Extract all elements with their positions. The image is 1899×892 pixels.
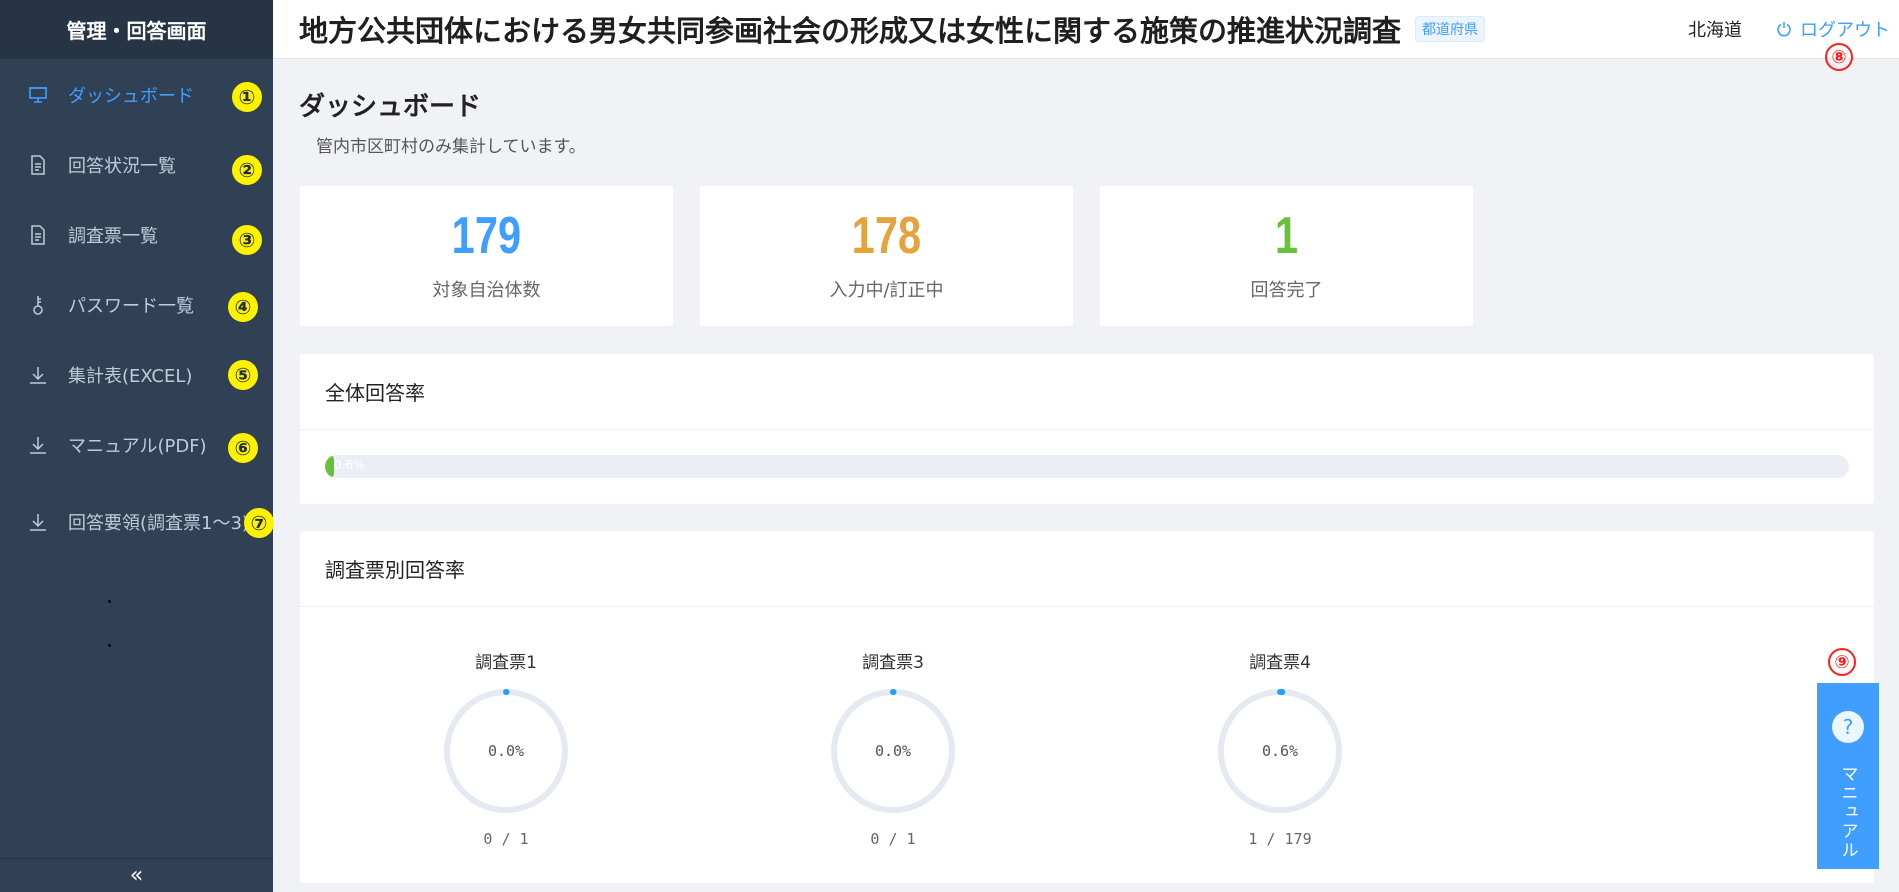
document-icon: [26, 223, 50, 247]
overall-progress-bar: [325, 455, 1849, 478]
top-header: 地方公共団体における男女共同参画社会の形成又は女性に関する施策の推進状況調査 都…: [273, 0, 1899, 59]
gauge-count: 0 / 1: [870, 830, 916, 848]
stat-card-target: 179 対象自治体数: [300, 186, 673, 326]
gauge-percent: 0.0%: [875, 742, 911, 760]
sidebar-item-label: マニュアル(PDF): [68, 436, 207, 457]
gauge-ring: 0.0%: [831, 689, 955, 813]
gauge-label: 調査票4: [1249, 653, 1311, 673]
sidebar-item-label: 回答要領(調査票1～3): [68, 513, 249, 534]
sidebar: 管理・回答画面 ダッシュボード 回答状況一覧 調査票一覧 パスワード一覧 集計表…: [0, 0, 274, 892]
annotation-badge: ⑧: [1825, 43, 1853, 71]
level-tag: 都道府県: [1415, 16, 1486, 42]
gauge-ring: 0.0%: [444, 689, 568, 813]
power-icon: [1777, 22, 1791, 37]
gauge-percent: 0.6%: [1262, 742, 1298, 760]
decorative-dot: [108, 644, 111, 647]
panel-title: 調査票別回答率: [300, 531, 1874, 607]
sidebar-title: 管理・回答画面: [0, 0, 273, 59]
gauge-ring: 0.6%: [1218, 689, 1342, 813]
sidebar-item-label: パスワード一覧: [68, 296, 194, 317]
download-icon: [26, 363, 50, 387]
gauge-count: 1 / 179: [1248, 830, 1312, 848]
download-icon: [26, 510, 50, 534]
annotation-badge: ⑥: [228, 433, 258, 463]
stat-label: 対象自治体数: [432, 280, 541, 301]
key-icon: [26, 293, 50, 317]
page-title: ダッシュボード: [299, 92, 482, 122]
sidebar-item-label: ダッシュボード: [68, 86, 194, 107]
stat-label: 入力中/訂正中: [829, 280, 944, 301]
page-subtitle: 管内市区町村のみ集計しています。: [316, 137, 586, 157]
gauge-label: 調査票3: [862, 653, 924, 673]
manual-button[interactable]: ? マニュアル: [1817, 683, 1879, 869]
gauge-percent: 0.0%: [488, 742, 524, 760]
sidebar-item-label: 調査票一覧: [68, 226, 158, 247]
annotation-badge: ③: [232, 225, 262, 255]
annotation-badge: ⑤: [228, 360, 258, 390]
prefecture-name: 北海道: [1688, 20, 1742, 41]
annotation-badge: ①: [232, 82, 262, 112]
logout-button[interactable]: ログアウト: [1776, 16, 1890, 42]
stat-value: 178: [851, 207, 922, 265]
gauge-survey-4: 調査票4 0.6% 1 / 179: [1190, 648, 1370, 848]
stat-card-in-progress: 178 入力中/訂正中: [700, 186, 1073, 326]
sidebar-item-label: 回答状況一覧: [68, 156, 176, 177]
annotation-badge: ②: [232, 155, 262, 185]
annotation-badge: ⑨: [1828, 648, 1856, 676]
overall-rate-panel: 全体回答率: [300, 354, 1874, 504]
gauge-label: 調査票1: [475, 653, 537, 673]
annotation-badge: ⑦: [244, 508, 274, 538]
stat-value: 1: [1274, 207, 1299, 265]
annotation-badge: ④: [228, 292, 258, 322]
double-chevron-left-icon: «: [129, 863, 144, 888]
download-icon: [26, 433, 50, 457]
progress-percent: 0.6%: [334, 458, 365, 472]
stat-card-completed: 1 回答完了: [1100, 186, 1473, 326]
decorative-dot: [108, 600, 111, 603]
gauge-survey-3: 調査票3 0.0% 0 / 1: [803, 648, 983, 848]
gauge-count: 0 / 1: [483, 830, 529, 848]
stat-value: 179: [451, 207, 522, 265]
sidebar-collapse-button[interactable]: «: [0, 858, 273, 892]
stat-label: 回答完了: [1250, 280, 1323, 301]
app-title: 地方公共団体における男女共同参画社会の形成又は女性に関する施策の推進状況調査: [299, 14, 1402, 48]
logout-label: ログアウト: [1800, 20, 1890, 41]
panel-title: 全体回答率: [300, 354, 1874, 430]
manual-button-label: マニュアル: [1837, 765, 1858, 860]
sidebar-item-label: 集計表(EXCEL): [68, 366, 193, 387]
document-icon: [26, 153, 50, 177]
question-icon: ?: [1832, 711, 1864, 743]
gauge-survey-1: 調査票1 0.0% 0 / 1: [416, 648, 596, 848]
sidebar-item-answer-guide[interactable]: 回答要領(調査票1～3): [0, 497, 273, 547]
presentation-icon: [26, 83, 50, 107]
